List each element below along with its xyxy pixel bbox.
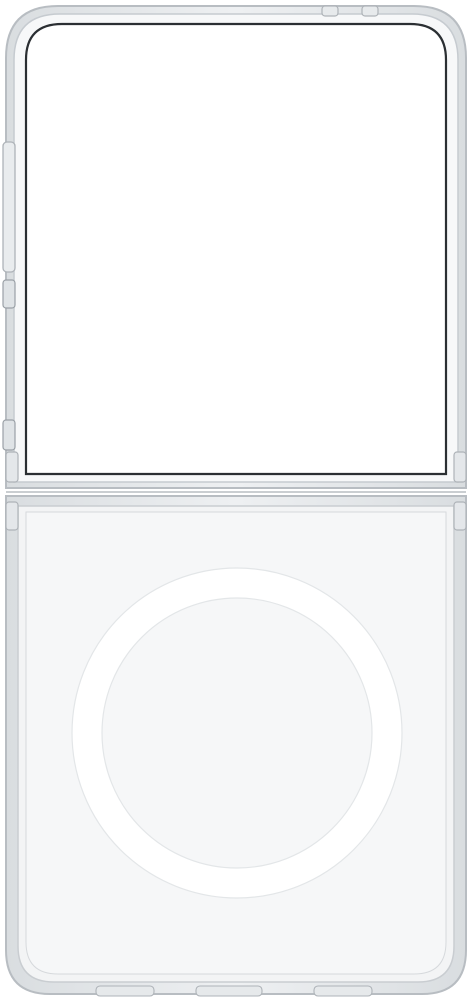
top-clip-right xyxy=(361,5,379,17)
side-clip xyxy=(2,419,16,451)
hinge-clip-left-top xyxy=(5,451,19,483)
power-button-cutout xyxy=(2,279,16,309)
bottom-port-center xyxy=(195,985,263,997)
case-top-half xyxy=(2,5,467,489)
bottom-port-left xyxy=(95,985,155,997)
case-illustration xyxy=(2,5,467,997)
case-bottom-half xyxy=(5,495,467,997)
product-photo xyxy=(0,0,472,1000)
volume-button-cutout xyxy=(2,141,16,273)
top-clip-left xyxy=(321,5,339,17)
bottom-port-right xyxy=(313,985,373,997)
case-top-window xyxy=(24,22,448,476)
hinge-clip-right-top xyxy=(453,451,467,483)
hinge-clip-right-bottom xyxy=(453,501,467,531)
hinge-clip-left-bottom xyxy=(5,501,19,531)
